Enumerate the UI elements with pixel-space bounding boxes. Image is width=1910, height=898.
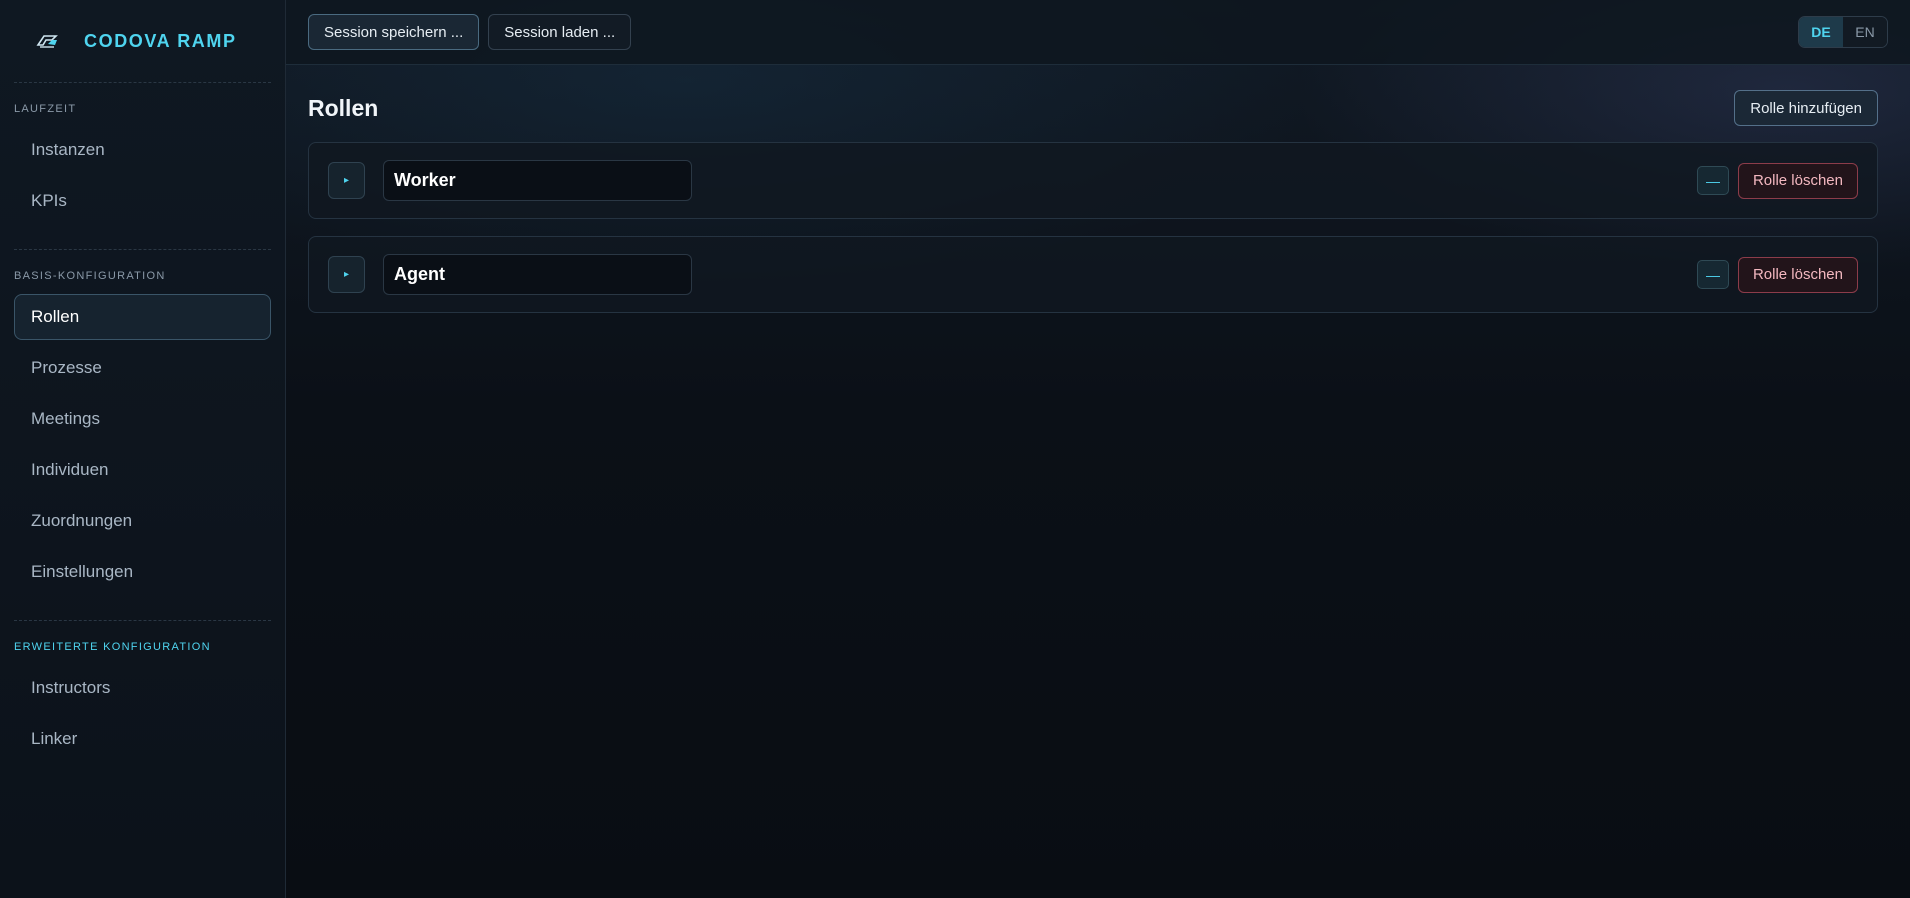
section-label-laufzeit: LAUFZEIT [14,103,77,115]
role-actions: — Rolle löschen [1696,162,1858,199]
content-header: Rollen Rolle hinzufügen [308,87,1878,129]
content: Rollen Rolle hinzufügen ▸ — Rolle lösche… [286,65,1910,313]
app-root: CODOVA RAMP LAUFZEIT Instanzen KPIs BASI… [0,0,1910,898]
load-session-button[interactable]: Session laden ... [488,14,632,50]
sidebar-item-meetings[interactable]: Meetings [14,396,271,442]
brand-name: CODOVA RAMP [84,30,237,51]
ramp-logo-icon [36,35,58,48]
save-session-button[interactable]: Session speichern ... [308,14,480,50]
role-card: ▸ — Rolle löschen [308,142,1878,219]
add-role-button[interactable]: Rolle hinzufügen [1734,90,1878,126]
sidebar-item-instructors[interactable]: Instructors [14,665,271,711]
collapse-icon[interactable]: — [1696,166,1729,195]
sidebar-item-instanzen[interactable]: Instanzen [14,127,271,173]
sidebar-item-linker[interactable]: Linker [14,716,271,762]
role-name-input[interactable] [383,160,692,201]
sidebar-item-zuordnungen[interactable]: Zuordnungen [14,498,271,544]
expand-icon[interactable]: ▸ [328,256,365,293]
role-card: ▸ — Rolle löschen [308,236,1878,313]
sidebar-item-kpis[interactable]: KPIs [14,178,271,224]
language-option-en[interactable]: EN [1843,17,1887,47]
brand[interactable]: CODOVA RAMP [14,0,271,82]
main-area: Session speichern ... Session laden ... … [286,0,1910,898]
expand-icon[interactable]: ▸ [328,162,365,199]
role-name-input[interactable] [383,254,692,295]
sidebar-item-rollen[interactable]: Rollen [14,294,271,340]
collapse-icon[interactable]: — [1696,260,1729,289]
section-label-basis-konfiguration: BASIS-KONFIGURATION [14,270,166,282]
language-switcher: DE EN [1798,16,1888,48]
delete-role-button[interactable]: Rolle löschen [1737,256,1858,293]
language-option-de[interactable]: DE [1799,17,1843,47]
sidebar-item-individuen[interactable]: Individuen [14,447,271,493]
sidebar-item-prozesse[interactable]: Prozesse [14,345,271,391]
page-title: Rollen [308,94,379,121]
role-actions: — Rolle löschen [1696,256,1858,293]
delete-role-button[interactable]: Rolle löschen [1737,162,1858,199]
sidebar: CODOVA RAMP LAUFZEIT Instanzen KPIs BASI… [0,0,286,898]
sidebar-item-einstellungen[interactable]: Einstellungen [14,549,271,595]
topbar: Session speichern ... Session laden ... … [286,0,1910,65]
section-label-erweiterte-konfiguration: ERWEITERTE KONFIGURATION [14,641,211,653]
